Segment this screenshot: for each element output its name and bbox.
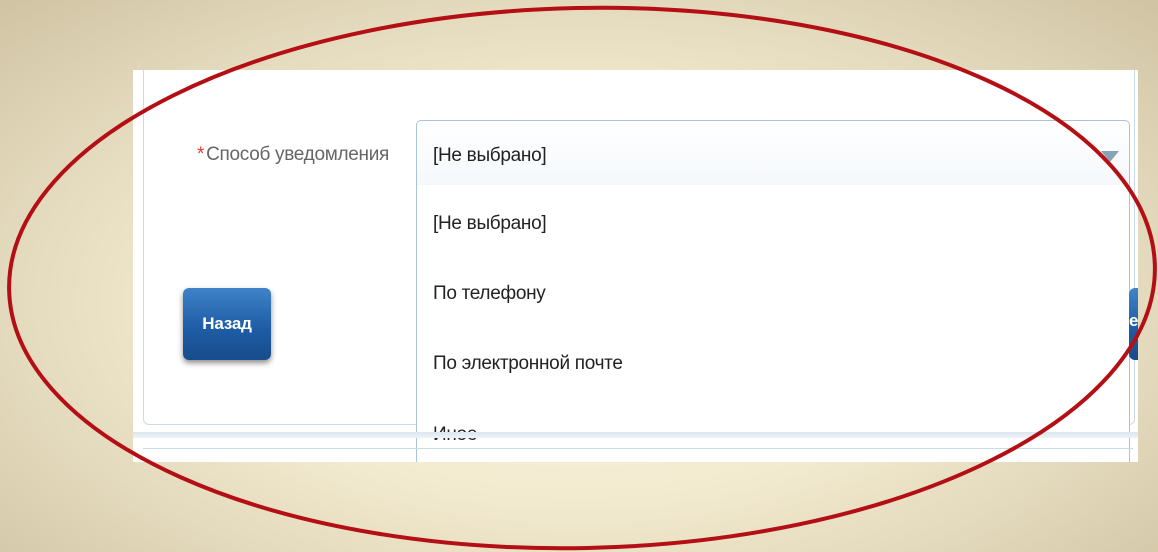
dropdown-list: [Не выбрано] По телефону По электронной … (416, 185, 1130, 462)
option-not-selected[interactable]: [Не выбрано] (433, 213, 547, 235)
back-button[interactable]: Назад (183, 288, 271, 360)
form-panel: * Способ уведомления [Не выбрано] [Не выб… (133, 70, 1138, 462)
option-by-phone[interactable]: По телефону (433, 283, 546, 305)
divider-line (143, 448, 1133, 449)
notification-method-select[interactable]: [Не выбрано] (416, 120, 1130, 186)
notification-method-label: * Способ уведомления (197, 144, 389, 166)
select-current-value: [Не выбрано] (433, 145, 547, 166)
chevron-down-icon[interactable] (1101, 151, 1119, 162)
required-marker: * (197, 144, 205, 165)
option-by-email[interactable]: По электронной почте (433, 353, 623, 375)
next-button-partial[interactable]: е (1129, 288, 1138, 360)
bottom-strip (133, 432, 1138, 438)
next-button-label-fragment: е (1129, 311, 1138, 330)
field-label-text: Способ уведомления (206, 144, 390, 165)
